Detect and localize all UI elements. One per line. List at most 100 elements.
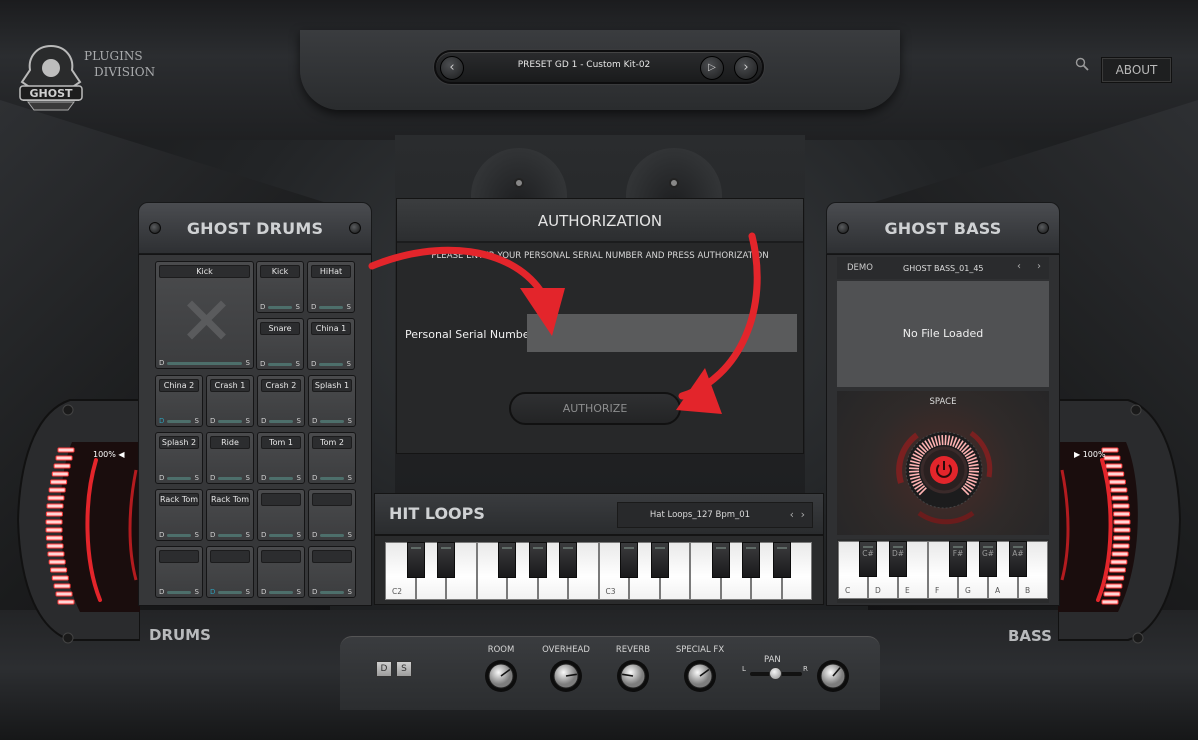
pad-s-toggle[interactable]: S — [347, 303, 351, 311]
loop-prev-icon[interactable]: ‹ — [790, 508, 794, 521]
pad-s-toggle[interactable]: S — [246, 588, 250, 596]
pad-d-toggle[interactable]: D — [261, 531, 266, 539]
mixer-knob-reverb[interactable] — [616, 659, 650, 693]
black-key[interactable] — [711, 542, 730, 578]
black-key[interactable] — [742, 542, 760, 578]
pad-level-bar[interactable] — [218, 591, 242, 594]
search-icon[interactable] — [1075, 57, 1089, 71]
drum-pad[interactable]: China 1 D S — [307, 318, 355, 370]
bass-mode-label[interactable]: DEMO — [847, 263, 873, 273]
pad-level-bar[interactable] — [218, 420, 242, 423]
pad-s-toggle[interactable]: S — [246, 359, 250, 367]
drum-pad[interactable]: Splash 1 D S — [308, 375, 356, 427]
pad-s-toggle[interactable]: S — [297, 474, 301, 482]
mixer-knob-special-fx[interactable] — [683, 659, 717, 693]
drum-pad[interactable]: Ride D S — [206, 432, 254, 484]
drum-pad[interactable]: Rack Tom 2 D S — [206, 489, 254, 541]
black-key[interactable] — [437, 542, 455, 578]
pad-level-bar[interactable] — [320, 477, 344, 480]
pad-level-bar[interactable] — [167, 591, 191, 594]
pad-d-toggle[interactable]: D — [261, 474, 266, 482]
pad-level-bar[interactable] — [167, 477, 191, 480]
mixer-knob-room[interactable] — [484, 659, 518, 693]
drum-pad[interactable]: DS — [257, 546, 305, 598]
about-button[interactable]: ABOUT — [1101, 57, 1172, 83]
pad-s-toggle[interactable]: S — [347, 360, 351, 368]
pad-d-toggle[interactable]: D — [261, 417, 266, 425]
drum-pad[interactable]: DS — [257, 489, 305, 541]
pad-level-bar[interactable] — [167, 420, 191, 423]
pad-level-bar[interactable] — [218, 477, 242, 480]
black-key[interactable]: G# — [979, 541, 997, 577]
preset-name[interactable]: PRESET GD 1 - Custom Kit-02 — [476, 60, 692, 70]
pad-d-toggle[interactable]: D — [312, 417, 317, 425]
pad-d-toggle[interactable]: D — [312, 474, 317, 482]
pad-level-bar[interactable] — [268, 363, 292, 366]
pad-level-bar[interactable] — [269, 591, 293, 594]
pad-s-toggle[interactable]: S — [297, 417, 301, 425]
bass-prev-icon[interactable]: ‹ — [1017, 261, 1021, 272]
preset-play-button[interactable]: ▷ — [700, 56, 724, 80]
master-volume-knob[interactable] — [816, 659, 850, 693]
black-key[interactable] — [406, 542, 425, 578]
drum-pad[interactable]: DS — [308, 546, 356, 598]
loop-selector[interactable]: Hat Loops_127 Bpm_01 ‹ › — [617, 502, 813, 528]
pad-d-toggle[interactable]: D — [261, 588, 266, 596]
drum-pad[interactable]: Crash 2 D S — [257, 375, 305, 427]
pad-s-toggle[interactable]: S — [195, 531, 199, 539]
space-knob[interactable] — [887, 413, 1001, 527]
drum-pad[interactable]: Splash 2 D S — [155, 432, 203, 484]
pad-d-toggle[interactable]: D — [210, 531, 215, 539]
pad-d-toggle[interactable]: D — [311, 360, 316, 368]
bass-preset-name[interactable]: GHOST BASS_01_45 — [903, 264, 984, 273]
mixer-knob-overhead[interactable] — [549, 659, 583, 693]
pad-d-toggle[interactable]: D — [210, 588, 215, 596]
serial-number-input[interactable] — [527, 314, 797, 352]
loop-next-icon[interactable]: › — [801, 508, 805, 521]
pad-s-toggle[interactable]: S — [195, 474, 199, 482]
pan-slider-handle[interactable] — [769, 667, 782, 680]
pad-d-toggle[interactable]: D — [159, 531, 164, 539]
pad-d-toggle[interactable]: D — [311, 303, 316, 311]
pad-s-toggle[interactable]: S — [246, 417, 250, 425]
pad-level-bar[interactable] — [319, 363, 343, 366]
drum-pad[interactable]: Tom 1 D S — [257, 432, 305, 484]
pad-s-toggle[interactable]: S — [297, 588, 301, 596]
black-key[interactable]: D# — [889, 541, 907, 577]
pad-s-toggle[interactable]: S — [348, 531, 352, 539]
pad-d-toggle[interactable]: D — [260, 303, 265, 311]
drum-pad[interactable]: Rack Tom 1 D S — [155, 489, 203, 541]
pad-level-bar[interactable] — [320, 420, 344, 423]
black-key[interactable] — [528, 542, 547, 578]
drum-pad[interactable]: Crash 1 D S — [206, 375, 254, 427]
black-key[interactable]: C# — [859, 541, 877, 577]
pad-s-toggle[interactable]: S — [297, 531, 301, 539]
pad-s-toggle[interactable]: S — [246, 531, 250, 539]
drum-pad[interactable]: Tom 2 D S — [308, 432, 356, 484]
pad-level-bar[interactable] — [218, 534, 242, 537]
black-key[interactable]: F# — [949, 541, 967, 577]
drum-pad-big[interactable]: Kick D S — [155, 261, 254, 369]
pad-level-bar[interactable] — [269, 420, 293, 423]
drum-pad[interactable]: DS — [155, 546, 203, 598]
pad-level-bar[interactable] — [269, 534, 293, 537]
pad-level-bar[interactable] — [268, 306, 292, 309]
black-key[interactable] — [772, 542, 791, 578]
pad-s-toggle[interactable]: S — [348, 588, 352, 596]
preset-next-button[interactable]: › — [734, 56, 758, 80]
pad-s-toggle[interactable]: S — [348, 474, 352, 482]
pad-d-toggle[interactable]: D — [312, 531, 317, 539]
pad-level-bar[interactable] — [269, 477, 293, 480]
mixer-s-button[interactable]: S — [396, 661, 412, 677]
drum-pad[interactable]: DS — [308, 489, 356, 541]
drum-pad[interactable]: HiHat D S — [307, 261, 355, 313]
pad-s-toggle[interactable]: S — [246, 474, 250, 482]
pad-d-toggle[interactable]: D — [260, 360, 265, 368]
drum-pad[interactable]: Snare D S — [256, 318, 304, 370]
black-key[interactable] — [650, 542, 669, 578]
pad-s-toggle[interactable]: S — [195, 588, 199, 596]
black-key[interactable] — [620, 542, 638, 578]
pad-s-toggle[interactable]: S — [296, 303, 300, 311]
pad-d-toggle[interactable]: D — [159, 359, 164, 367]
pad-level-bar[interactable] — [320, 534, 344, 537]
